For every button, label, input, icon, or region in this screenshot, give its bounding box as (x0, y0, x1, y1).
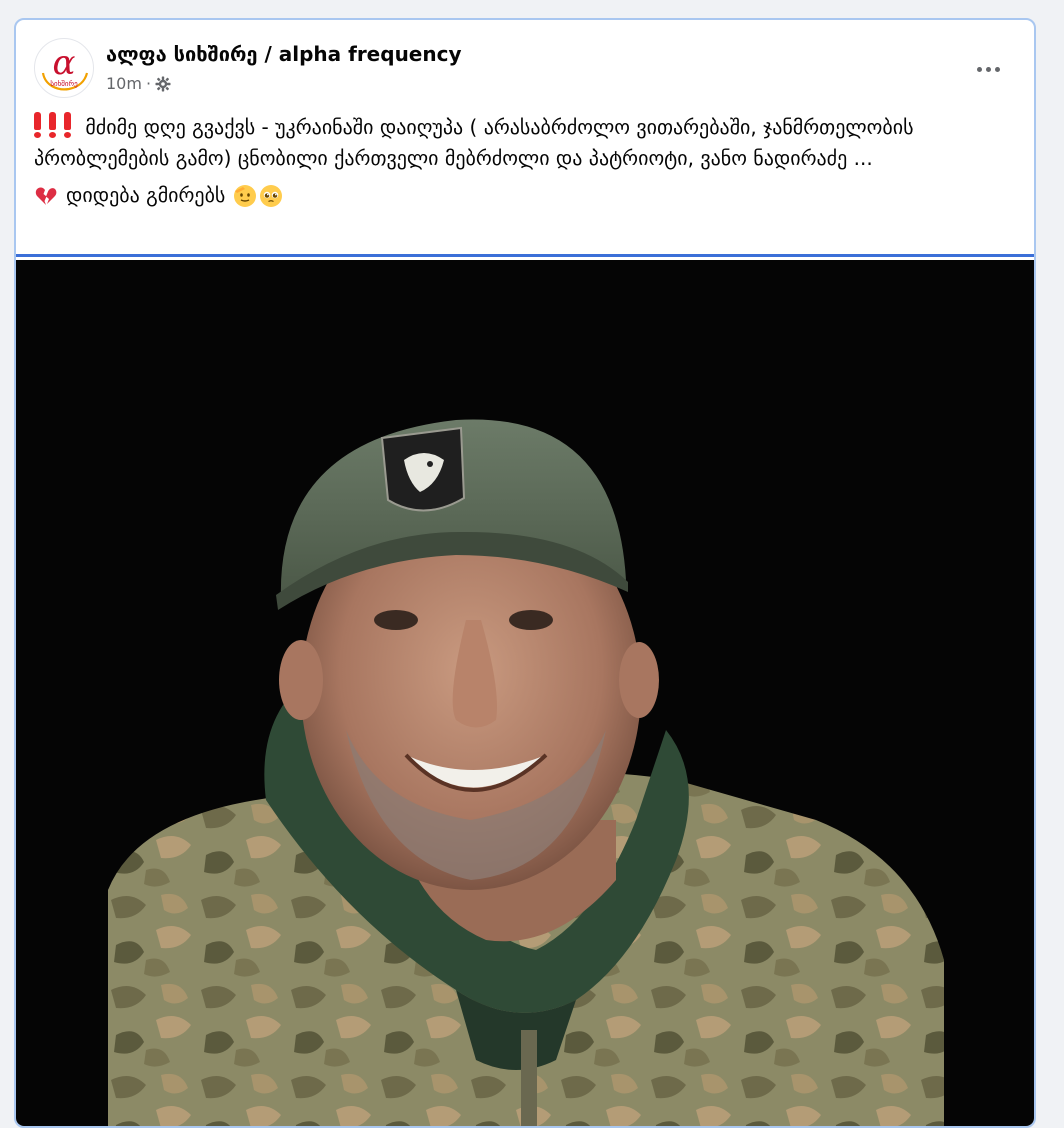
post-text-paragraph-2: დიდება გმირებს (34, 180, 1024, 211)
logo-letter: α (53, 43, 76, 83)
post-card: α სიხშირე ალფა სიხშირე / alpha frequency… (14, 18, 1036, 1128)
logo-caption: სიხშირე (50, 79, 78, 88)
more-options-button[interactable] (968, 54, 1008, 84)
more-dot (994, 66, 1000, 72)
broken-heart-icon (35, 186, 57, 205)
pleading-face-icon (260, 184, 283, 207)
page-name-link[interactable]: ალფა სიხშირე / alpha frequency (106, 42, 462, 66)
meta-separator: · (145, 74, 152, 93)
post-text-line2: დიდება გმირებს (66, 183, 226, 207)
gear-icon[interactable] (155, 76, 171, 92)
post-text-paragraph: მძიმე დღე გვაქვს - უკრაინაში დაიღუპა ( ა… (34, 112, 1024, 174)
saluting-face-icon (234, 184, 257, 207)
post-text: მძიმე დღე გვაქვს - უკრაინაში დაიღუპა ( ა… (34, 112, 1024, 211)
alpha-logo-icon: α სიხშირე (36, 40, 92, 96)
exclamation-icon (34, 112, 41, 138)
post-meta: 10m · (106, 74, 171, 93)
portrait-image (108, 419, 944, 1126)
post-text-line1: მძიმე დღე გვაქვს - უკრაინაში დაიღუპა ( ა… (34, 115, 914, 170)
post-photo[interactable] (16, 260, 1034, 1126)
more-dot (985, 66, 991, 72)
more-options-icon (976, 66, 982, 72)
post-header: α სიხშირე ალფა სიხშირე / alpha frequency… (16, 20, 1034, 110)
photo-top-border (16, 254, 1034, 257)
post-time[interactable]: 10m (106, 74, 142, 93)
page-avatar[interactable]: α სიხშირე (34, 38, 94, 98)
exclamation-icon (49, 112, 56, 138)
exclamation-icon (64, 112, 71, 138)
